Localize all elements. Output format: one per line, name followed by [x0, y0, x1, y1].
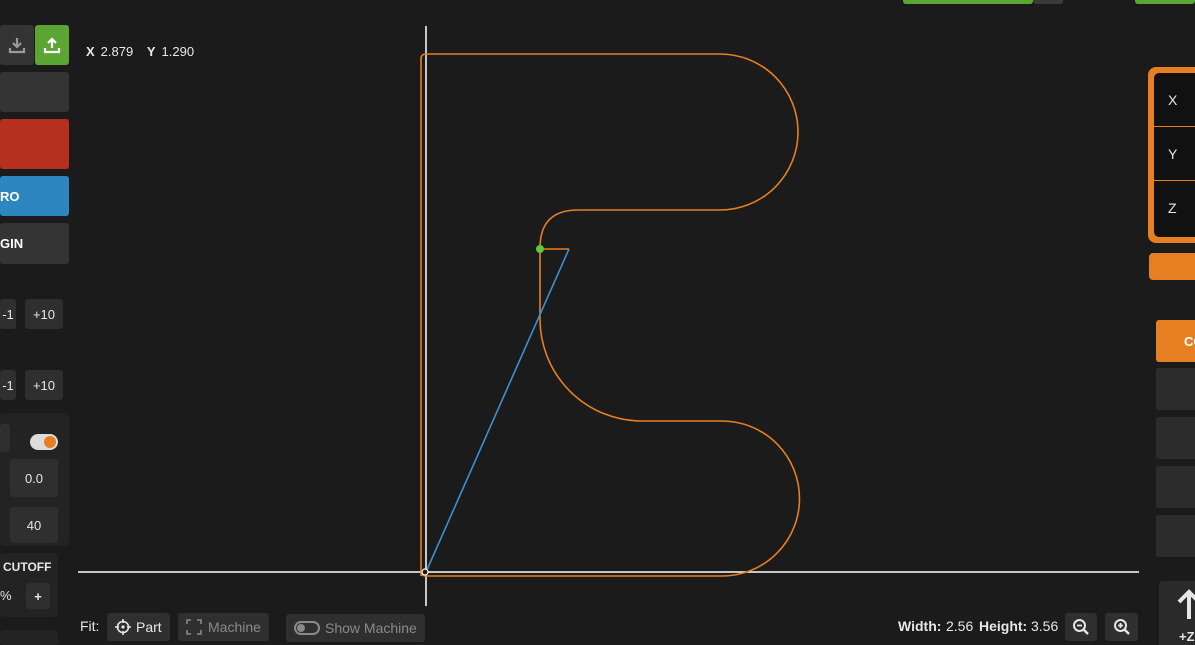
origin-button[interactable]: GIN	[0, 223, 69, 264]
zoom-in-icon	[1113, 619, 1130, 635]
width-value: 2.56	[946, 618, 974, 634]
show-machine-label: Show Machine	[325, 620, 417, 636]
step-plus-10-b[interactable]: +10	[25, 370, 63, 400]
fit-part-label: Part	[136, 619, 162, 635]
toggle-knob	[44, 436, 56, 448]
y-coord-value: 1.290	[161, 44, 195, 59]
stop-button[interactable]	[0, 119, 69, 169]
dro-y-label: Y	[1168, 145, 1178, 162]
right-button-2[interactable]	[1156, 417, 1195, 459]
dro-z-label: Z	[1168, 199, 1177, 216]
next-panel	[0, 630, 58, 645]
cutoff-plus-button[interactable]: +	[26, 583, 50, 609]
right-button-3[interactable]	[1156, 466, 1195, 508]
lead-in-line	[425, 248, 570, 573]
height-label: Height:	[979, 618, 1028, 634]
jog-z-button[interactable]: +Z	[1159, 581, 1195, 645]
field-a[interactable]: 0.0	[10, 459, 58, 497]
zoom-out-icon	[1073, 619, 1089, 635]
top-grey-tab[interactable]	[1033, 0, 1063, 4]
step-minus-1[interactable]: -1	[0, 299, 16, 329]
part-outline	[420, 53, 801, 577]
start-point	[536, 245, 544, 253]
upload-icon	[43, 37, 61, 54]
zero-button[interactable]: RO	[0, 176, 69, 216]
download-icon	[8, 38, 26, 54]
fit-machine-button[interactable]: Machine	[178, 613, 269, 641]
height-value: 3.56	[1031, 618, 1059, 634]
jog-z-label: +Z	[1179, 629, 1195, 644]
upload-button[interactable]	[35, 25, 69, 65]
orange-action-bar[interactable]	[1149, 253, 1195, 280]
dro-x-label: X	[1168, 91, 1178, 108]
download-button[interactable]	[0, 25, 34, 65]
right-button-1[interactable]	[1156, 368, 1195, 410]
sidebar-button[interactable]	[0, 72, 69, 112]
fit-label: Fit:	[80, 618, 100, 634]
top-green-tab[interactable]	[903, 0, 1033, 4]
settings-toggle[interactable]	[30, 434, 58, 450]
show-machine-toggle[interactable]: Show Machine	[286, 614, 425, 642]
step-minus-1-b[interactable]: -1	[0, 370, 16, 400]
toolpath-svg[interactable]	[78, 26, 1139, 606]
top-green-tab-2[interactable]	[1135, 0, 1195, 4]
x-coord-value: 2.879	[100, 44, 134, 59]
origin-marker	[421, 568, 429, 576]
zoom-out-button[interactable]	[1065, 613, 1097, 641]
fit-part-button[interactable]: Part	[107, 613, 170, 641]
toolpath-canvas[interactable]	[78, 26, 1139, 606]
step-plus-10[interactable]: +10	[25, 299, 63, 329]
field-b[interactable]: 40	[10, 507, 58, 543]
fit-machine-label: Machine	[208, 619, 261, 635]
width-label: Width:	[898, 618, 942, 634]
cutoff-label: CUTOFF	[3, 560, 52, 574]
expand-icon	[186, 619, 202, 635]
percent-label: %	[0, 588, 12, 603]
arrow-up-icon	[1177, 589, 1195, 619]
right-button-4[interactable]	[1156, 515, 1195, 557]
cursor-coords: X 2.879 Y 1.290	[86, 44, 194, 59]
crosshair-icon	[115, 619, 131, 635]
right-orange-button[interactable]: CO	[1156, 320, 1195, 362]
zoom-in-button[interactable]	[1105, 613, 1138, 641]
setting-field-left[interactable]	[0, 424, 10, 452]
y-coord-label: Y	[146, 44, 156, 59]
toggle-icon	[294, 621, 320, 635]
x-coord-label: X	[86, 44, 95, 59]
